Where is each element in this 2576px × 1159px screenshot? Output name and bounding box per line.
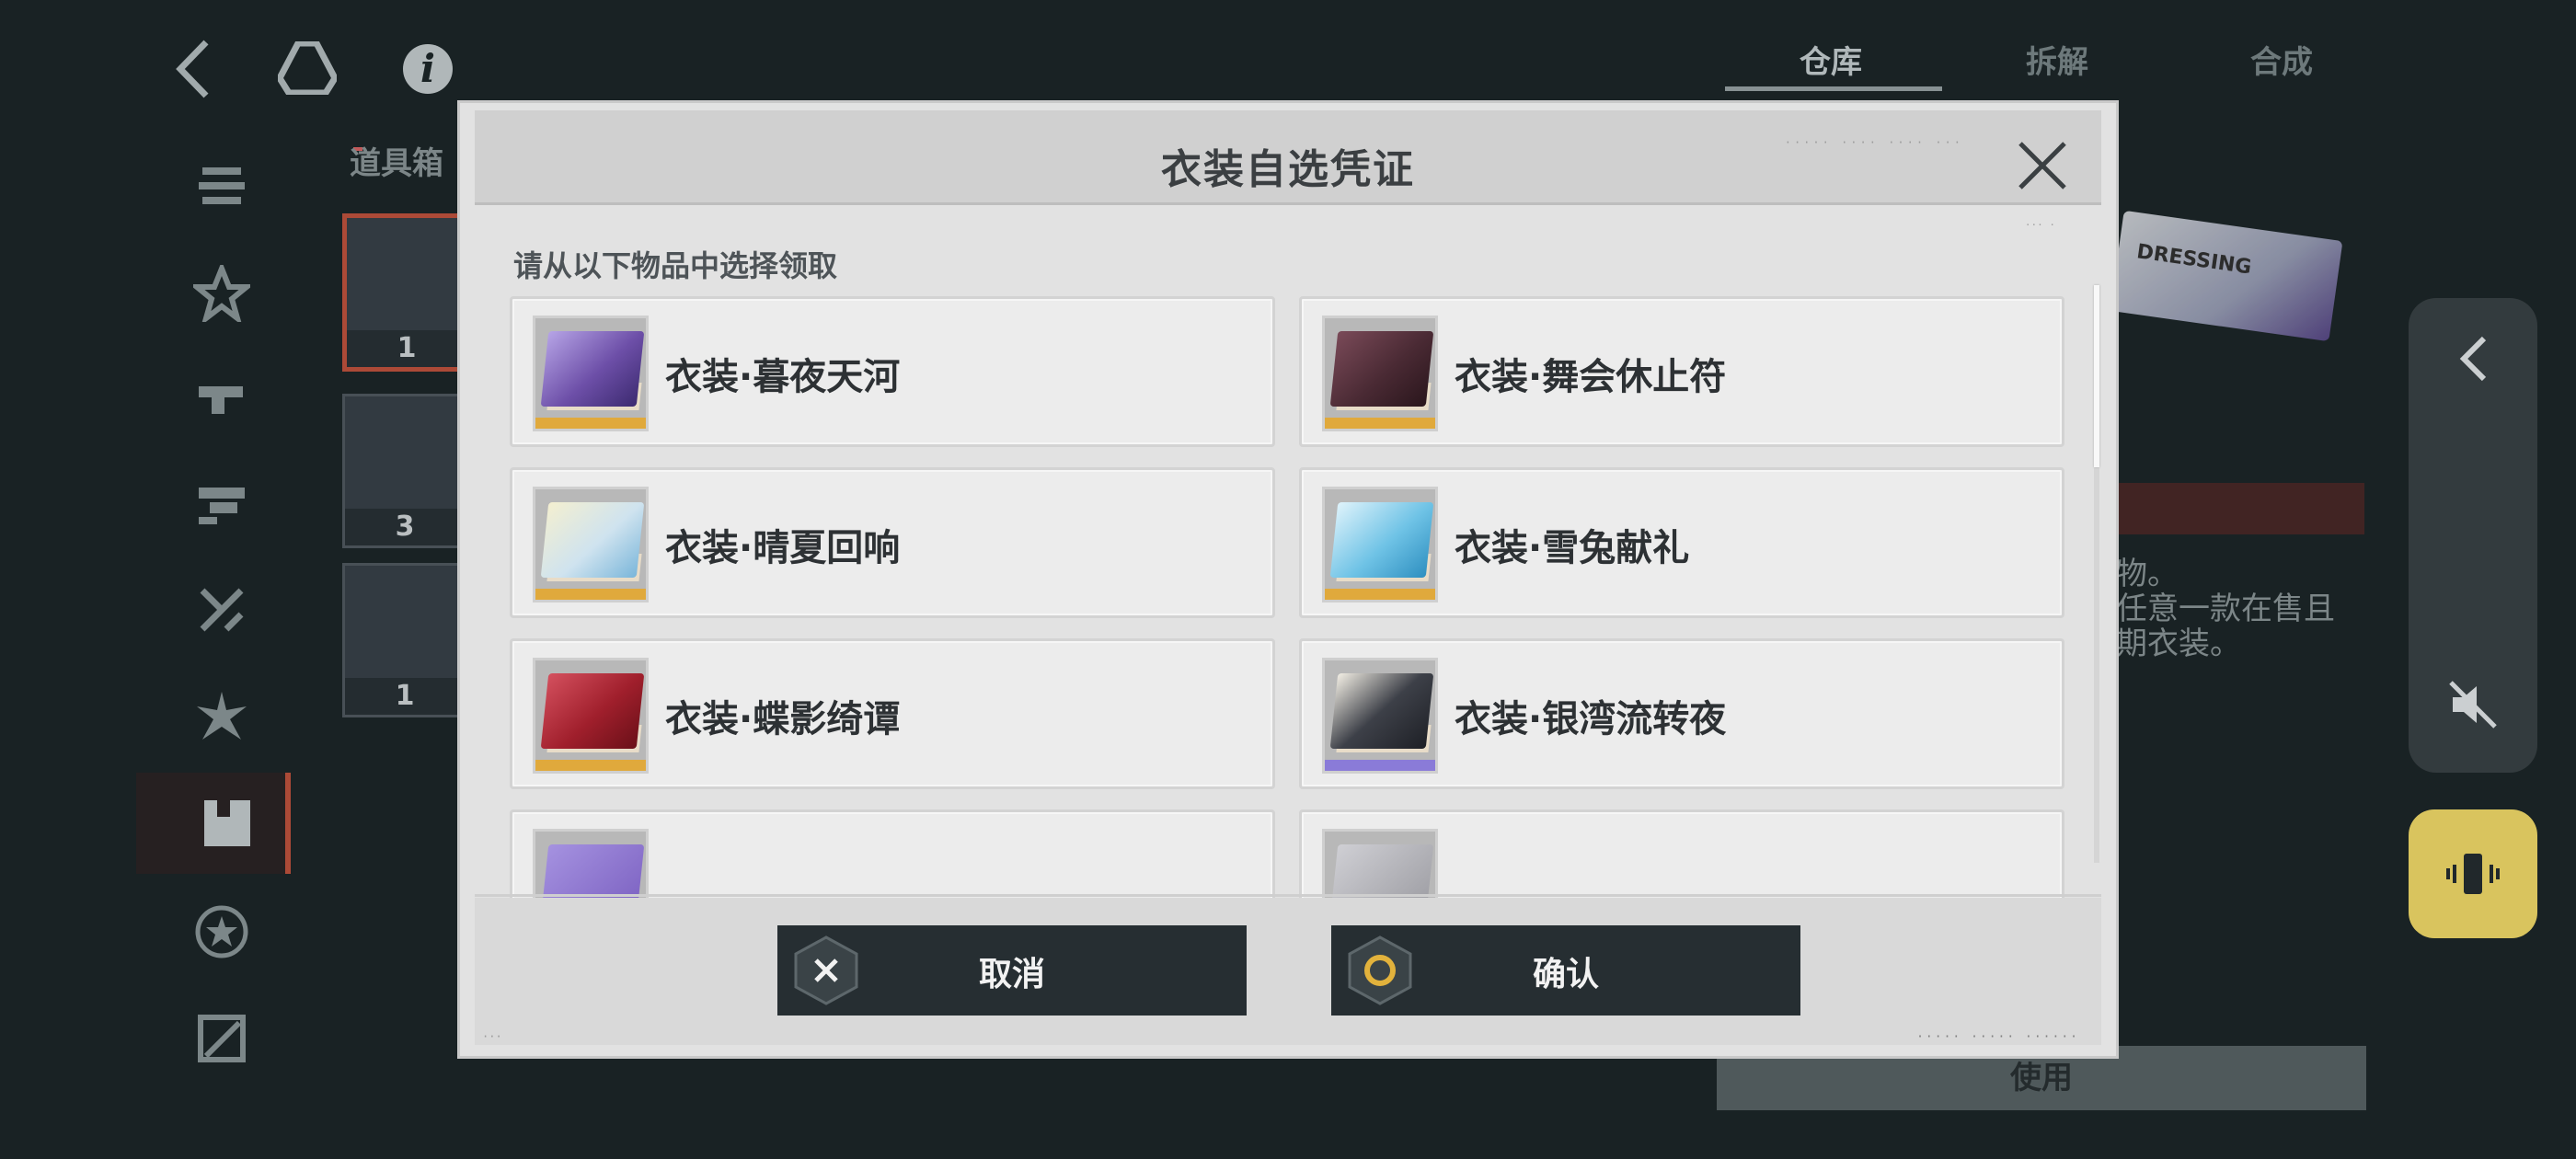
option-item[interactable]: 衣装·蝶影绮谭 <box>510 638 1275 789</box>
option-item[interactable]: 衣装·暮夜天河 <box>510 296 1275 447</box>
outfit-box-image <box>1322 487 1438 602</box>
outfit-box-image <box>1322 658 1438 774</box>
footer-decoration-left: ··· <box>482 1030 502 1043</box>
close-button[interactable] <box>2015 138 2070 193</box>
option-item[interactable]: 衣装·雪兔献礼 <box>1299 467 2064 618</box>
box-art <box>540 502 645 578</box>
dialog-header: 衣装自选凭证 ····· ···· ···· ··· <box>475 110 2101 205</box>
option-item[interactable]: 衣装·晴夏回响 <box>510 467 1275 618</box>
box-art <box>1329 331 1434 407</box>
box-art <box>540 331 645 407</box>
header-decoration: ····· ···· ···· ··· <box>1784 136 1963 149</box>
rarity-strip <box>1325 589 1435 600</box>
rarity-strip <box>1325 760 1435 771</box>
rarity-strip <box>535 589 646 600</box>
box-art <box>1329 502 1434 578</box>
option-list[interactable]: 衣装·暮夜天河 衣装·舞会休止符 衣装·晴夏回响 衣装·雪兔献礼 衣装·蝶影绮谭… <box>510 296 2064 958</box>
outfit-box-image <box>533 316 649 431</box>
option-name: 衣装·暮夜天河 <box>665 356 901 398</box>
dialog-footer <box>475 898 2101 1045</box>
footer-divider <box>475 894 2101 897</box>
option-name: 衣装·蝶影绮谭 <box>665 698 901 740</box>
option-name: 衣装·雪兔献礼 <box>1455 527 1690 569</box>
confirm-button[interactable]: 确认 <box>1331 925 1800 1016</box>
option-name: 衣装·晴夏回响 <box>665 527 901 569</box>
corner-decoration: ··· · <box>2024 219 2055 231</box>
scrollbar-thumb[interactable] <box>2094 285 2099 467</box>
rarity-strip <box>1325 418 1435 429</box>
close-icon <box>2018 142 2066 189</box>
box-art <box>1329 673 1434 749</box>
outfit-box-image <box>533 487 649 602</box>
option-item[interactable]: 衣装·舞会休止符 <box>1299 296 2064 447</box>
footer-decoration: ····· ····· ······ <box>1916 1030 2079 1044</box>
option-item[interactable]: 衣装·银湾流转夜 <box>1299 638 2064 789</box>
selection-prompt: 请从以下物品中选择领取 <box>513 248 838 283</box>
outfit-box-image <box>533 658 649 774</box>
outfit-box-image <box>1322 316 1438 431</box>
outfit-selection-dialog: 衣装自选凭证 ····· ···· ···· ··· ··· · 请从以下物品中… <box>457 100 2119 1059</box>
rarity-strip <box>535 418 646 429</box>
option-name: 衣装·银湾流转夜 <box>1455 698 1727 740</box>
rarity-strip <box>535 760 646 771</box>
confirm-label: 确认 <box>1532 956 1599 993</box>
cancel-label: 取消 <box>978 956 1045 993</box>
option-name: 衣装·舞会休止符 <box>1455 356 1727 398</box>
box-art <box>540 673 645 749</box>
cancel-button[interactable]: 取消 <box>777 925 1247 1016</box>
